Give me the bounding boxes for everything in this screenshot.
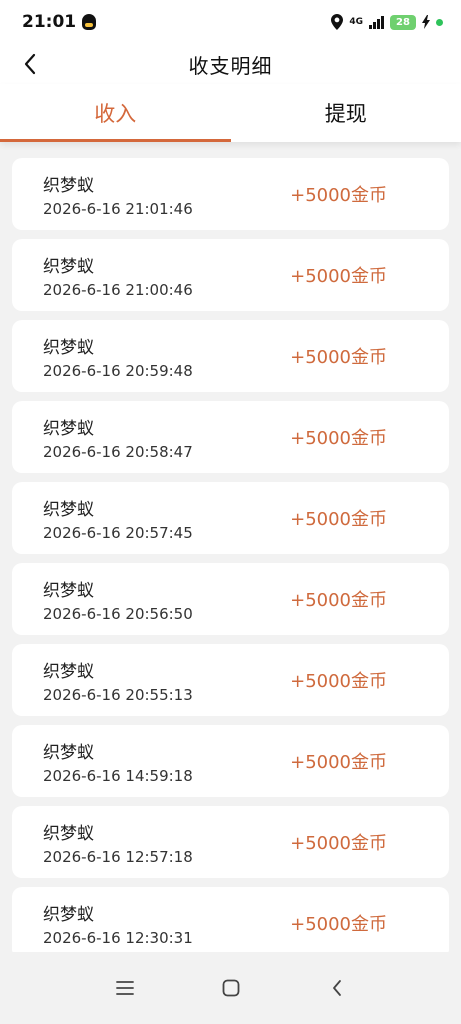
record-title: 织梦蚁 — [43, 337, 94, 358]
system-back-button[interactable] — [319, 970, 355, 1006]
record-info: 织梦蚁 2026-6-16 12:57:18 — [43, 819, 193, 866]
record-info: 织梦蚁 2026-6-16 12:30:31 — [43, 900, 193, 947]
record-title: 织梦蚁 — [43, 823, 94, 844]
record-info: 织梦蚁 2026-6-16 20:58:47 — [43, 414, 193, 461]
record-title: 织梦蚁 — [43, 499, 94, 520]
list-item[interactable]: 织梦蚁 2026-6-16 20:59:48 +5000金币 — [12, 320, 449, 392]
chevron-left-icon — [24, 53, 36, 75]
status-time: 21:01 — [22, 12, 77, 32]
record-info: 织梦蚁 2026-6-16 20:56:50 — [43, 576, 193, 623]
home-icon — [222, 979, 239, 997]
status-bar: 21:01 4G 28 — [0, 0, 461, 44]
status-right: 4G 28 — [331, 14, 443, 30]
record-time: 2026-6-16 20:55:13 — [43, 685, 193, 704]
menu-button[interactable] — [107, 970, 143, 1006]
tab-bar: 收入 提现 — [0, 84, 461, 142]
record-amount: +5000金币 — [290, 833, 387, 854]
record-info: 织梦蚁 2026-6-16 21:00:46 — [43, 252, 193, 299]
battery-indicator: 28 — [390, 14, 416, 30]
back-icon — [332, 980, 341, 996]
record-time: 2026-6-16 12:57:18 — [43, 847, 193, 866]
charging-icon — [422, 15, 430, 29]
network-label: 4G — [349, 17, 363, 27]
record-amount: +5000金币 — [290, 590, 387, 611]
record-title: 织梦蚁 — [43, 742, 94, 763]
status-dot — [436, 18, 443, 26]
list-item[interactable]: 织梦蚁 2026-6-16 20:56:50 +5000金币 — [12, 563, 449, 635]
record-list[interactable]: 织梦蚁 2026-6-16 21:01:46 +5000金币 织梦蚁 2026-… — [0, 158, 461, 952]
home-button[interactable] — [213, 970, 249, 1006]
record-amount: +5000金币 — [290, 266, 387, 287]
menu-icon — [115, 981, 134, 995]
record-time: 2026-6-16 14:59:18 — [43, 766, 193, 785]
record-time: 2026-6-16 21:01:46 — [43, 199, 193, 218]
record-title: 织梦蚁 — [43, 580, 94, 601]
page-title: 收支明细 — [188, 53, 273, 78]
record-amount: +5000金币 — [290, 914, 387, 935]
record-time: 2026-6-16 21:00:46 — [43, 280, 193, 299]
record-amount: +5000金币 — [290, 185, 387, 206]
list-item[interactable]: 织梦蚁 2026-6-16 20:57:45 +5000金币 — [12, 482, 449, 554]
list-item[interactable]: 织梦蚁 2026-6-16 20:55:13 +5000金币 — [12, 644, 449, 716]
record-title: 织梦蚁 — [43, 904, 94, 925]
qq-icon — [82, 14, 97, 30]
record-time: 2026-6-16 20:59:48 — [43, 361, 193, 380]
list-item[interactable]: 织梦蚁 2026-6-16 12:57:18 +5000金币 — [12, 806, 449, 878]
record-time: 2026-6-16 20:56:50 — [43, 604, 193, 623]
list-item[interactable]: 织梦蚁 2026-6-16 21:00:46 +5000金币 — [12, 239, 449, 311]
record-title: 织梦蚁 — [43, 661, 94, 682]
record-amount: +5000金币 — [290, 428, 387, 449]
location-icon — [331, 14, 344, 30]
record-amount: +5000金币 — [290, 671, 387, 692]
record-amount: +5000金币 — [290, 752, 387, 773]
record-time: 2026-6-16 20:58:47 — [43, 442, 193, 461]
record-title: 织梦蚁 — [43, 256, 94, 277]
record-info: 织梦蚁 2026-6-16 20:59:48 — [43, 333, 193, 380]
status-left: 21:01 — [22, 12, 97, 32]
signal-icon — [369, 15, 384, 29]
list-item[interactable]: 织梦蚁 2026-6-16 12:30:31 +5000金币 — [12, 887, 449, 952]
record-amount: +5000金币 — [290, 509, 387, 530]
record-time: 2026-6-16 12:30:31 — [43, 928, 193, 947]
list-item[interactable]: 织梦蚁 2026-6-16 21:01:46 +5000金币 — [12, 158, 449, 230]
system-navigation-bar — [0, 952, 461, 1024]
list-item[interactable]: 织梦蚁 2026-6-16 14:59:18 +5000金币 — [12, 725, 449, 797]
record-info: 织梦蚁 2026-6-16 21:01:46 — [43, 171, 193, 218]
record-title: 织梦蚁 — [43, 418, 94, 439]
record-title: 织梦蚁 — [43, 175, 94, 196]
record-amount: +5000金币 — [290, 347, 387, 368]
tab-withdraw[interactable]: 提现 — [231, 84, 461, 142]
record-time: 2026-6-16 20:57:45 — [43, 523, 193, 542]
list-item[interactable]: 织梦蚁 2026-6-16 20:58:47 +5000金币 — [12, 401, 449, 473]
tab-income[interactable]: 收入 — [0, 84, 231, 142]
record-info: 织梦蚁 2026-6-16 20:57:45 — [43, 495, 193, 542]
nav-bar: 收支明细 — [0, 44, 461, 84]
record-info: 织梦蚁 2026-6-16 20:55:13 — [43, 657, 193, 704]
back-button[interactable] — [14, 48, 46, 80]
record-info: 织梦蚁 2026-6-16 14:59:18 — [43, 738, 193, 785]
